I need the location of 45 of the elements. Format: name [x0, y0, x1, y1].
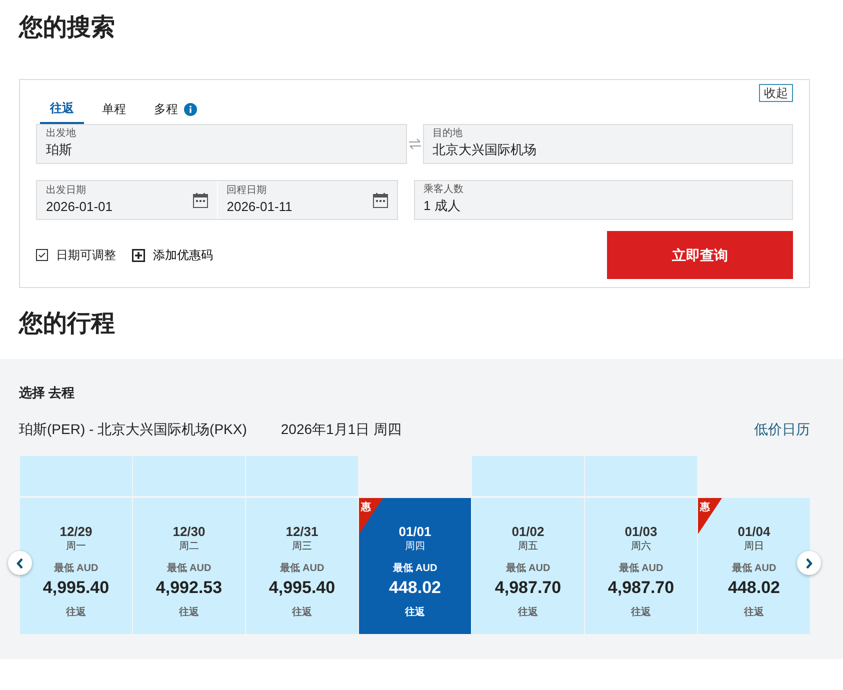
- promo-code-link[interactable]: 添加优惠码: [132, 246, 213, 264]
- calendar-link[interactable]: 低价日历: [754, 418, 810, 440]
- date-text: 2026年1月1日 周四: [280, 420, 402, 438]
- chevron-left-icon: [16, 558, 24, 568]
- next-button[interactable]: [797, 551, 821, 575]
- section-heading: 选择 去程: [19, 384, 75, 402]
- date-price-card[interactable]: 01/01 周四 最低 AUD 448.02 往返 惠: [359, 498, 471, 634]
- checkbox[interactable]: [36, 249, 48, 261]
- info-icon[interactable]: [184, 102, 197, 116]
- checkbox-label[interactable]: 日期可调整: [56, 246, 116, 264]
- passenger-field[interactable]: 乘客人数 1 成人: [414, 180, 793, 220]
- date-price-card[interactable]: 12/30 周二 最低 AUD 4,992.53 往返: [133, 498, 245, 634]
- field-label: 出发地: [46, 127, 77, 140]
- collapse-button[interactable]: 收起: [759, 84, 793, 102]
- trip-tab[interactable]: 多程: [144, 96, 207, 124]
- date-price-card[interactable]: 01/02 周五 最低 AUD 4,987.70 往返: [472, 498, 584, 634]
- date-price-card[interactable]: 12/29 周一 最低 AUD 4,995.40 往返: [20, 498, 132, 634]
- calendar-icon[interactable]: [372, 192, 388, 208]
- field-label: 乘客人数: [424, 183, 464, 196]
- field-label: 目的地: [432, 127, 464, 140]
- field-value: 2026-01-11: [226, 198, 294, 216]
- field-value: 北京大兴国际机场: [432, 141, 538, 159]
- section-title: 您的行程: [17, 309, 116, 339]
- date-range-field[interactable]: 出发日期 2026-01-01 回程日期 2026-01-11: [36, 180, 398, 220]
- trip-tab[interactable]: 单程: [92, 96, 136, 124]
- previous-button[interactable]: [8, 551, 32, 575]
- field-label: 出发日期: [46, 184, 87, 196]
- route-text: 珀斯(PER) - 北京大兴国际机场(PKX): [19, 420, 247, 439]
- field-value: 1 成人: [424, 197, 462, 215]
- search-button[interactable]: 立即查询: [607, 231, 793, 279]
- swap-icon[interactable]: [408, 138, 420, 150]
- destination-field[interactable]: 目的地 北京大兴国际机场: [422, 124, 793, 164]
- field-label: 回程日期: [226, 184, 268, 196]
- date-price-card[interactable]: 12/31 周三 最低 AUD 4,995.40 往返: [246, 498, 358, 634]
- field-value: 2026-01-01: [46, 198, 114, 216]
- deal-tag: 惠: [359, 498, 383, 534]
- calendar-icon[interactable]: [192, 192, 208, 208]
- date-price-card[interactable]: 01/04 周日 最低 AUD 448.02 往返 惠: [698, 498, 810, 634]
- chevron-right-icon: [805, 558, 813, 568]
- date-price-card[interactable]: 01/03 周六 最低 AUD 4,987.70 往返: [585, 498, 697, 634]
- field-value: 珀斯: [46, 141, 73, 159]
- plus-icon: [132, 248, 145, 262]
- page-title: 您的搜索: [17, 13, 116, 43]
- deal-tag: 惠: [698, 498, 722, 534]
- origin-field[interactable]: 出发地 珀斯: [36, 124, 406, 164]
